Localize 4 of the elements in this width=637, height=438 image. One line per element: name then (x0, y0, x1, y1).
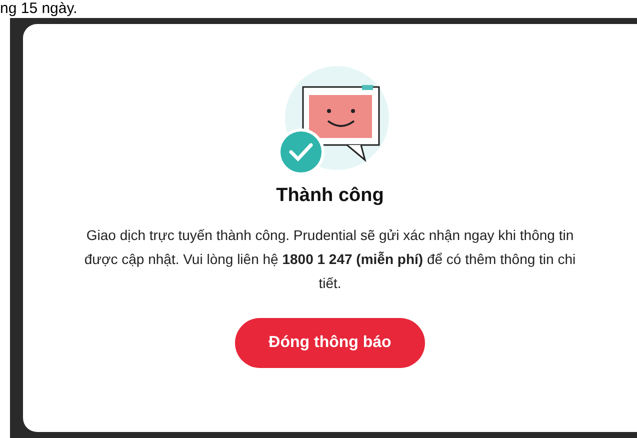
page-text: ng 15 ngày. (0, 0, 78, 17)
close-notification-button[interactable]: Đóng thông báo (234, 318, 426, 368)
dialog-message: Giao dịch trực tuyến thành công. Prudential sẽ gửi xác nhận ngay khi thông tin được cập nhật. Vui lòng liên hệ 1800 1 247 (miễn phí) để có thêm thông tin chi tiết. (83, 226, 577, 292)
dialog-title: Thành công (276, 184, 384, 208)
